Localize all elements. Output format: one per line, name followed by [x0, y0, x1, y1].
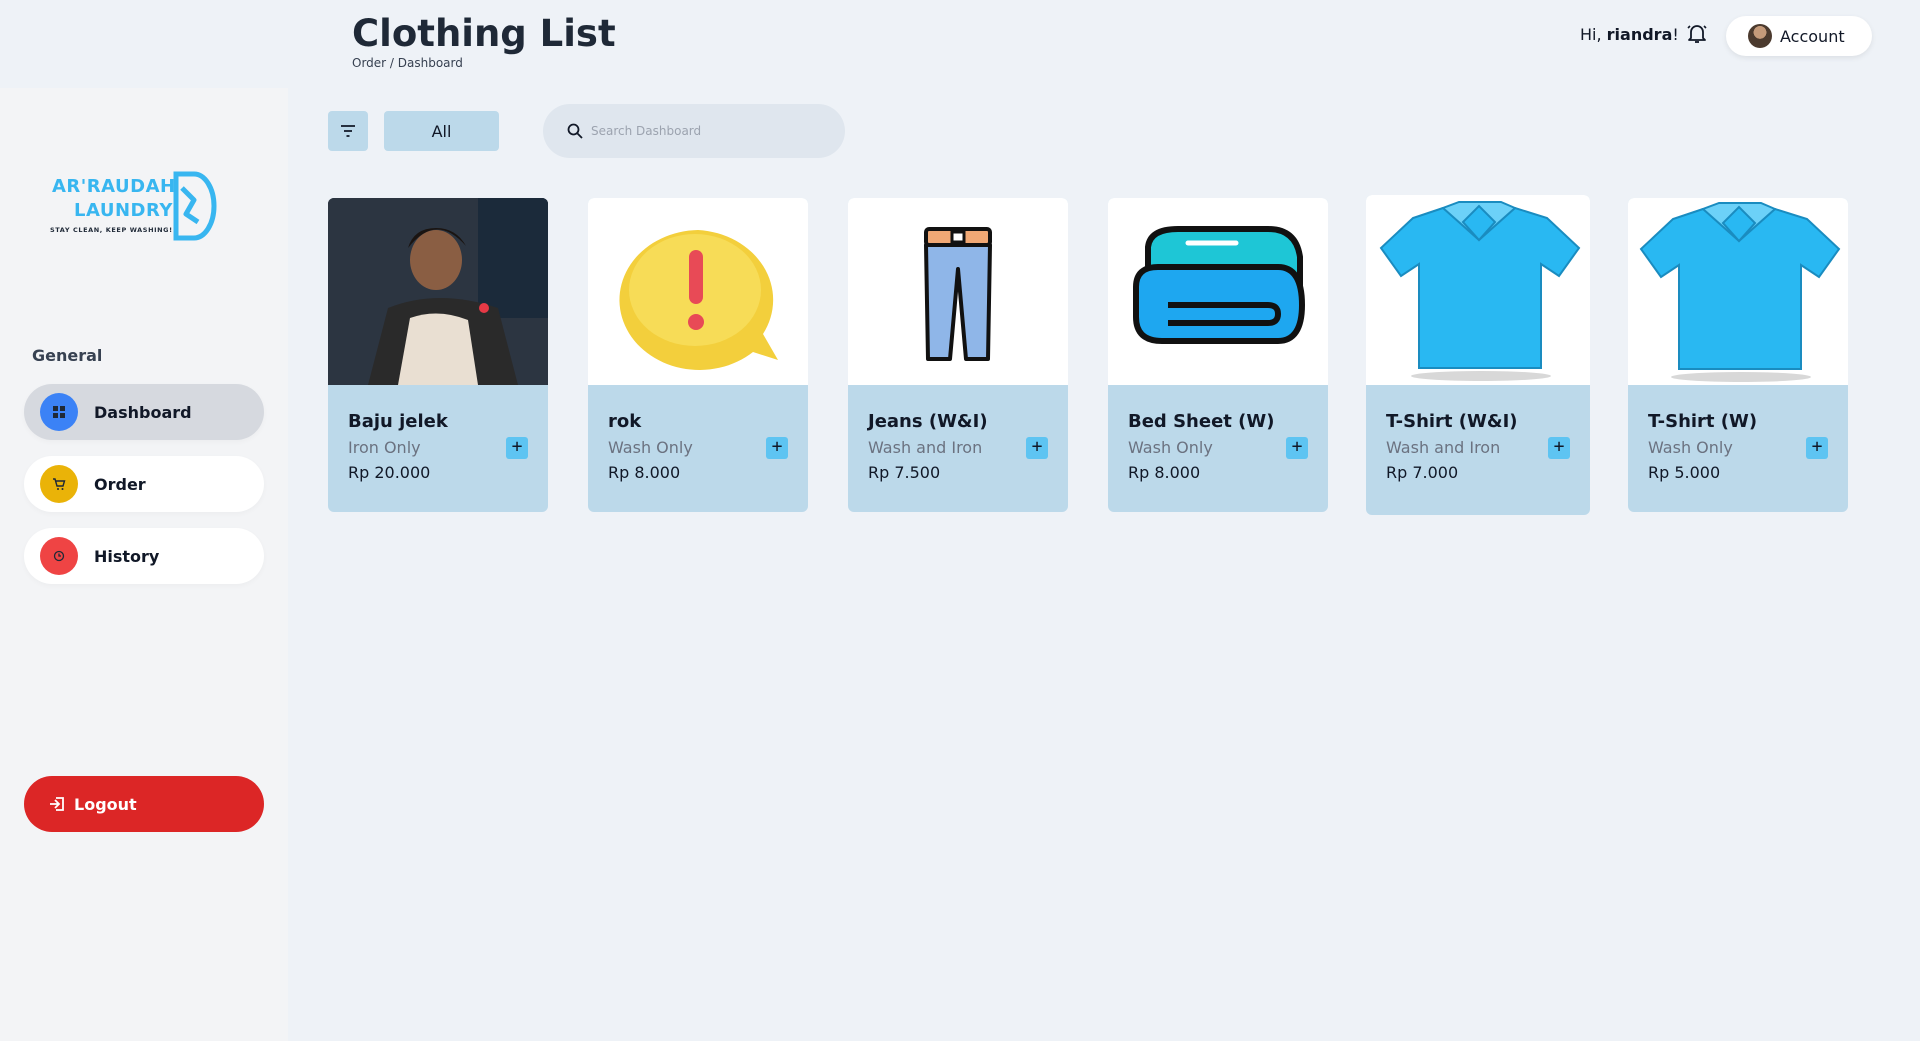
logo-line1: AR'RAUDAH: [52, 176, 176, 197]
search-box[interactable]: [543, 104, 845, 158]
tshirt-icon: [1366, 195, 1590, 385]
card-body: rok Wash Only Rp 8.000 +: [588, 385, 808, 482]
greeting-prefix: Hi,: [1580, 25, 1607, 44]
card-name: T-Shirt (W&I): [1386, 411, 1518, 432]
folded-sheet-icon: [1108, 198, 1328, 385]
cart-icon: [40, 465, 78, 503]
sidebar-item-label: History: [94, 546, 160, 566]
add-to-order-button[interactable]: +: [1806, 437, 1828, 459]
card-service: Wash Only: [1648, 438, 1733, 457]
card-price: Rp 8.000: [1128, 463, 1201, 482]
logout-button[interactable]: Logout: [24, 776, 264, 832]
exclamation-icon: [588, 198, 808, 385]
clothing-card[interactable]: rok Wash Only Rp 8.000 +: [588, 198, 808, 512]
card-service: Wash Only: [1128, 438, 1213, 457]
greeting-suffix: !: [1672, 25, 1679, 44]
card-service: Iron Only: [348, 438, 421, 457]
logout-icon: [50, 797, 64, 811]
clock-icon: [40, 537, 78, 575]
logout-label: Logout: [74, 794, 137, 814]
laundry-logo-icon: [173, 171, 217, 241]
clothing-card[interactable]: Baju jelek Iron Only Rp 20.000 +: [328, 198, 548, 512]
card-service: Wash and Iron: [868, 438, 983, 457]
notification-bell-icon[interactable]: [1686, 22, 1708, 44]
clothing-card[interactable]: T-Shirt (W&I) Wash and Iron Rp 7.000 +: [1366, 195, 1590, 515]
add-to-order-button[interactable]: +: [506, 437, 528, 459]
clothing-card[interactable]: Jeans (W&I) Wash and Iron Rp 7.500 +: [848, 198, 1068, 512]
jeans-icon: [848, 198, 1068, 385]
greeting: Hi, riandra!: [1580, 25, 1679, 44]
card-name: T-Shirt (W): [1648, 411, 1758, 432]
add-to-order-button[interactable]: +: [1548, 437, 1570, 459]
sidebar-item-label: Dashboard: [94, 402, 192, 422]
card-name: Jeans (W&I): [868, 411, 988, 432]
add-to-order-button[interactable]: +: [1026, 437, 1048, 459]
brand-logo[interactable]: AR'RAUDAH LAUNDRY STAY CLEAN, KEEP WASHI…: [48, 170, 220, 246]
clothing-card[interactable]: Bed Sheet (W) Wash Only Rp 8.000 +: [1108, 198, 1328, 512]
card-name: Bed Sheet (W): [1128, 411, 1275, 432]
card-body: T-Shirt (W&I) Wash and Iron Rp 7.000 +: [1366, 385, 1590, 482]
sidebar-item-order[interactable]: Order: [24, 456, 264, 512]
logo-line2: LAUNDRY: [74, 200, 173, 221]
avatar: [1748, 24, 1772, 48]
breadcrumb: Order / Dashboard: [352, 56, 463, 70]
grid-icon: [40, 393, 78, 431]
filter-all-button[interactable]: All: [384, 111, 499, 151]
account-button[interactable]: Account: [1726, 16, 1872, 56]
add-to-order-button[interactable]: +: [766, 437, 788, 459]
search-input[interactable]: [591, 124, 831, 138]
username: riandra: [1606, 25, 1673, 44]
card-body: Jeans (W&I) Wash and Iron Rp 7.500 +: [848, 385, 1068, 482]
clothing-card[interactable]: T-Shirt (W) Wash Only Rp 5.000 +: [1628, 198, 1848, 512]
add-to-order-button[interactable]: +: [1286, 437, 1308, 459]
card-price: Rp 7.000: [1386, 463, 1459, 482]
filter-icon: [341, 125, 355, 137]
sidebar: AR'RAUDAH LAUNDRY STAY CLEAN, KEEP WASHI…: [0, 88, 288, 1041]
card-body: T-Shirt (W) Wash Only Rp 5.000 +: [1628, 385, 1848, 482]
section-label-general: General: [32, 346, 103, 365]
card-price: Rp 5.000: [1648, 463, 1721, 482]
sidebar-item-history[interactable]: History: [24, 528, 264, 584]
sidebar-item-label: Order: [94, 474, 146, 494]
search-icon: [567, 123, 583, 139]
card-name: rok: [608, 411, 642, 432]
card-service: Wash Only: [608, 438, 693, 457]
sidebar-item-dashboard[interactable]: Dashboard: [24, 384, 264, 440]
logo-tagline: STAY CLEAN, KEEP WASHING!: [50, 226, 173, 234]
card-name: Baju jelek: [348, 411, 448, 432]
card-price: Rp 20.000: [348, 463, 431, 482]
card-service: Wash and Iron: [1386, 438, 1501, 457]
card-body: Bed Sheet (W) Wash Only Rp 8.000 +: [1108, 385, 1328, 482]
card-price: Rp 7.500: [868, 463, 941, 482]
card-body: Baju jelek Iron Only Rp 20.000 +: [328, 385, 548, 482]
card-price: Rp 8.000: [608, 463, 681, 482]
account-label: Account: [1780, 26, 1845, 46]
tshirt-icon: [1628, 198, 1848, 385]
filter-button[interactable]: [328, 111, 368, 151]
clothing-photo: [328, 198, 548, 385]
page-title: Clothing List: [352, 12, 616, 55]
